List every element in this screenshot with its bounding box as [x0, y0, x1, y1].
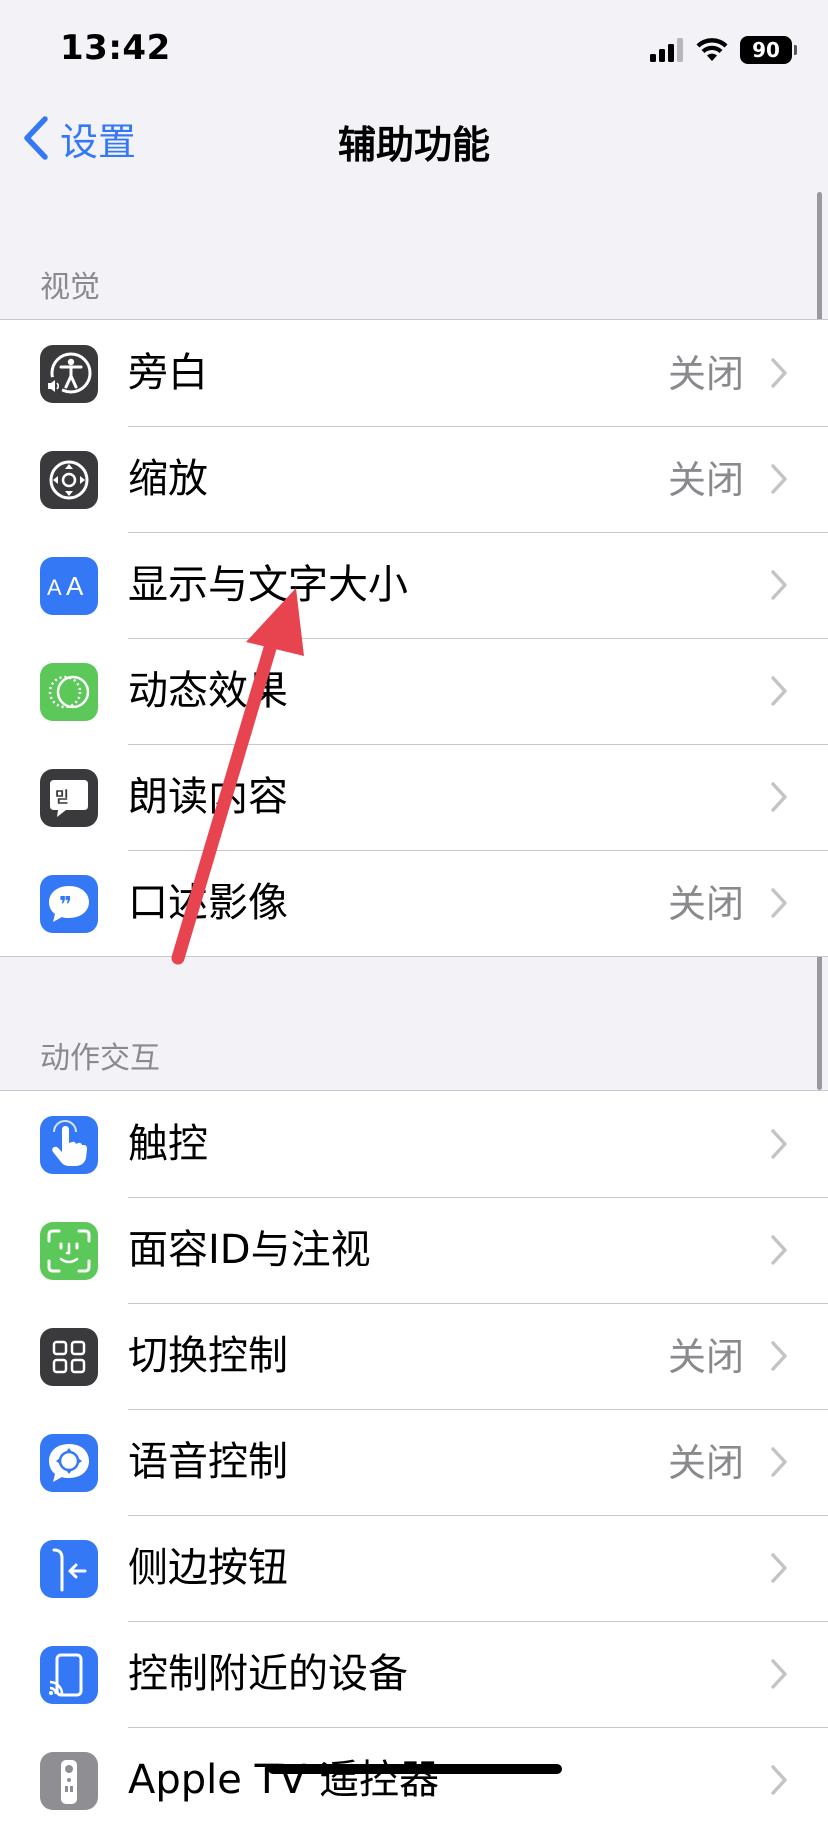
voiceover-icon: [40, 345, 98, 403]
row-spoken-content[interactable]: 믿 朗读内容: [0, 744, 828, 850]
page-title: 辅助功能: [337, 123, 490, 167]
row-value-audio-descriptions: 关闭: [667, 882, 744, 926]
row-face-id-attention[interactable]: 面容ID与注视: [0, 1197, 828, 1303]
row-value-switch-control: 关闭: [667, 1335, 744, 1379]
touch-icon: [40, 1116, 98, 1174]
vision-settings-group: 旁白 关闭 缩放 关闭 A A 显示与文字大小 动态效果 믿 朗读内容 ❞ 口述…: [0, 319, 828, 957]
chevron-right-icon: [771, 1447, 787, 1477]
chevron-right-icon: [771, 782, 787, 812]
row-value-zoom: 关闭: [667, 458, 744, 502]
chevron-right-icon: [771, 888, 787, 918]
spoken-content-icon: 믿: [40, 769, 98, 827]
svg-text:믿: 믿: [55, 788, 69, 806]
face-id-icon: [40, 1222, 98, 1280]
row-label-spoken-content: 朗读内容: [128, 774, 288, 820]
row-motion[interactable]: 动态效果: [0, 638, 828, 744]
status-bar: 13:42 90: [0, 0, 828, 100]
nearby-devices-icon: [40, 1646, 98, 1704]
section-header-physical-motor: 动作交互: [40, 1041, 160, 1076]
chevron-right-icon: [771, 1235, 787, 1265]
row-label-apple-tv-remote: Apple TV 遥控器: [128, 1757, 440, 1803]
svg-text:❞: ❞: [59, 893, 72, 918]
text-size-icon: A A: [40, 557, 98, 615]
row-label-voice-control: 语音控制: [128, 1439, 288, 1485]
row-audio-descriptions[interactable]: ❞ 口述影像 关闭: [0, 850, 828, 956]
row-side-button[interactable]: 侧边按钮: [0, 1515, 828, 1621]
audio-description-icon: ❞: [40, 875, 98, 933]
row-voice-control[interactable]: 语音控制 关闭: [0, 1409, 828, 1515]
row-label-audio-descriptions: 口述影像: [128, 880, 288, 926]
chevron-right-icon: [771, 464, 787, 494]
row-value-voice-control: 关闭: [667, 1441, 744, 1485]
row-label-touch: 触控: [128, 1121, 208, 1167]
chevron-right-icon: [771, 570, 787, 600]
chevron-right-icon: [771, 1765, 787, 1795]
chevron-right-icon: [771, 358, 787, 388]
apple-tv-remote-icon: [40, 1752, 98, 1810]
svg-text:A: A: [66, 571, 84, 601]
home-indicator[interactable]: [268, 1764, 562, 1774]
zoom-icon: [40, 451, 98, 509]
row-value-voiceover: 关闭: [667, 352, 744, 396]
chevron-right-icon: [771, 1341, 787, 1371]
side-button-icon: [40, 1540, 98, 1598]
row-label-voiceover: 旁白: [128, 350, 208, 396]
row-touch[interactable]: 触控: [0, 1091, 828, 1197]
row-display-text-size[interactable]: A A 显示与文字大小: [0, 532, 828, 638]
chevron-right-icon: [771, 1129, 787, 1159]
status-time: 13:42: [60, 28, 171, 68]
status-indicators: 90: [650, 34, 797, 66]
battery-indicator: 90: [740, 36, 797, 64]
row-zoom[interactable]: 缩放 关闭: [0, 426, 828, 532]
row-label-display-text-size: 显示与文字大小: [128, 562, 408, 608]
row-voiceover[interactable]: 旁白 关闭: [0, 320, 828, 426]
cellular-signal-icon: [650, 38, 683, 62]
section-header-vision: 视觉: [40, 270, 100, 305]
voice-control-icon: [40, 1434, 98, 1492]
motion-icon: [40, 663, 98, 721]
row-switch-control[interactable]: 切换控制 关闭: [0, 1303, 828, 1409]
row-label-zoom: 缩放: [128, 456, 208, 502]
row-label-side-button: 侧边按钮: [128, 1545, 288, 1591]
row-apple-tv-remote[interactable]: Apple TV 遥控器: [0, 1727, 828, 1833]
row-label-switch-control: 切换控制: [128, 1333, 288, 1379]
chevron-right-icon: [771, 1553, 787, 1583]
switch-control-icon: [40, 1328, 98, 1386]
row-label-control-nearby-devices: 控制附近的设备: [128, 1651, 408, 1697]
row-label-face-id-attention: 面容ID与注视: [128, 1227, 371, 1273]
physical-motor-settings-group: 触控 面容ID与注视 切换控制 关闭 语音控制 关闭 侧边按钮 控制附近的设备 …: [0, 1090, 828, 1833]
navigation-bar: 设置 辅助功能: [0, 100, 828, 176]
row-label-motion: 动态效果: [128, 668, 288, 714]
row-control-nearby-devices[interactable]: 控制附近的设备: [0, 1621, 828, 1727]
wifi-icon: [696, 38, 728, 61]
chevron-right-icon: [771, 1659, 787, 1689]
chevron-right-icon: [771, 676, 787, 706]
svg-text:A: A: [47, 575, 62, 600]
